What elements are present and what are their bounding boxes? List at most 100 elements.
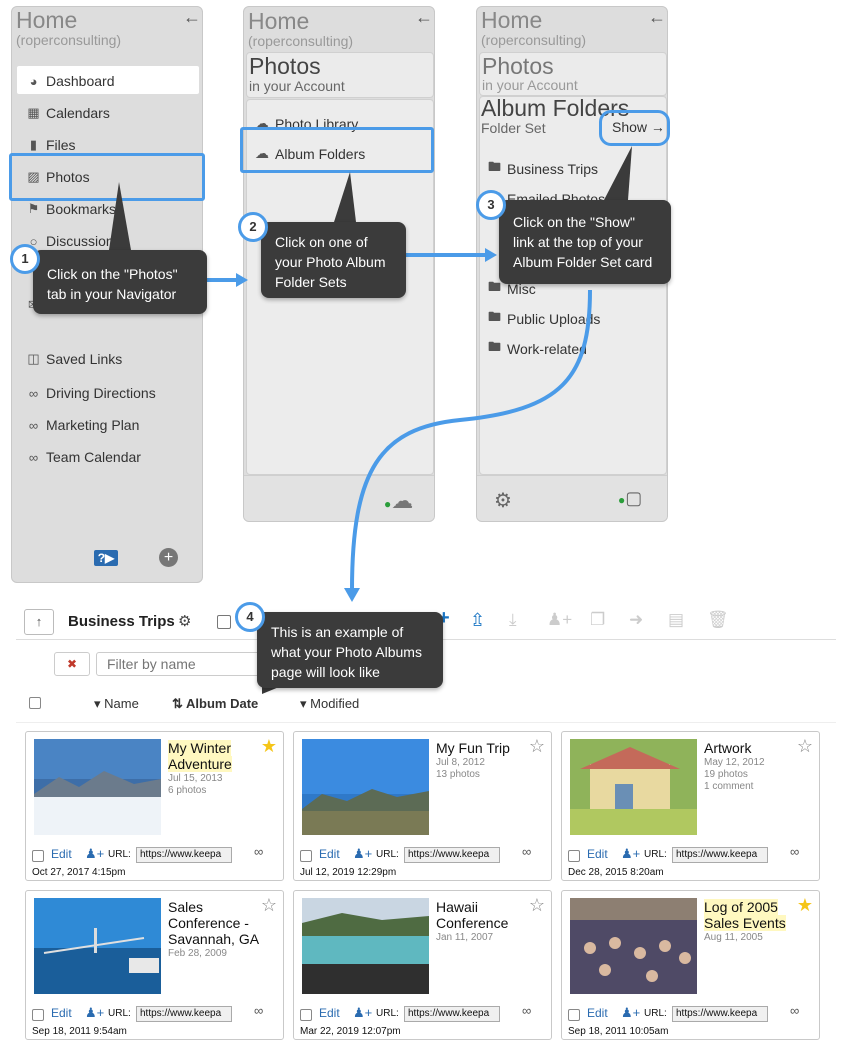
album-checkbox[interactable]: [32, 850, 44, 862]
album-url-label: URL:: [644, 849, 667, 860]
album-card[interactable]: Sales Conference - Savannah, GA Feb 28, …: [25, 890, 284, 1040]
album-url-field[interactable]: https://www.keepa: [672, 847, 768, 863]
link-icon[interactable]: ∞: [790, 1003, 799, 1018]
callout-3-tail: [604, 146, 632, 200]
album-url-field[interactable]: https://www.keepa: [136, 1006, 232, 1022]
callout-1-text: Click on the "Photos" tab in your Naviga…: [47, 266, 178, 302]
album-url-field[interactable]: https://www.keepa: [404, 1006, 500, 1022]
album-thumbnail: [302, 739, 429, 835]
album-card[interactable]: My Fun Trip Jul 8, 2012 13 photos ☆ Edit…: [293, 731, 552, 881]
up-button[interactable]: ↑: [24, 609, 54, 635]
star-filled-icon[interactable]: ★: [797, 895, 813, 916]
link-icon[interactable]: ∞: [522, 844, 531, 859]
album-name-text: My Winter Adventure: [168, 740, 232, 772]
album-modified: Mar 22, 2019 12:07pm: [300, 1026, 401, 1037]
album-url-field[interactable]: https://www.keepa: [404, 847, 500, 863]
album-edit-link[interactable]: Edit: [587, 847, 608, 861]
callout-3-text: Click on the "Show" link at the top of y…: [513, 214, 653, 270]
album-modified: Oct 27, 2017 4:15pm: [32, 867, 126, 878]
callout-2-tail: [334, 172, 356, 222]
album-edit-link[interactable]: Edit: [51, 1006, 72, 1020]
upload-icon[interactable]: ⇫: [470, 610, 485, 631]
link-icon[interactable]: ∞: [254, 844, 263, 859]
album-card[interactable]: Hawaii Conference Jan 11, 2007 ☆ Edit ♟+…: [293, 890, 552, 1040]
album-url-label: URL:: [108, 849, 131, 860]
callout-3-badge: 3: [476, 190, 506, 220]
album-checkbox[interactable]: [568, 850, 580, 862]
album-name-text: Log of 2005 Sales Events: [704, 899, 786, 931]
album-photo-count: 13 photos: [436, 769, 480, 780]
star-filled-icon[interactable]: ★: [261, 736, 277, 757]
album-modified: Dec 28, 2015 8:20am: [568, 867, 664, 878]
album-thumbnail: [34, 739, 161, 835]
album-date: Feb 28, 2009: [168, 948, 227, 959]
link-icon[interactable]: ∞: [254, 1003, 263, 1018]
move-arrow-icon[interactable]: ➜: [629, 610, 643, 630]
star-outline-icon[interactable]: ☆: [261, 895, 277, 916]
sort-divider: [16, 722, 836, 723]
album-card[interactable]: Artwork May 12, 2012 19 photos 1 comment…: [561, 731, 820, 881]
album-card[interactable]: Log of 2005 Sales Events Aug 11, 2005 ★ …: [561, 890, 820, 1040]
album-checkbox[interactable]: [300, 1009, 312, 1021]
download-icon[interactable]: ⤓: [509, 610, 517, 630]
share-user-icon[interactable]: ♟+: [353, 1005, 372, 1021]
arrow-2-head: [485, 248, 497, 262]
link-icon[interactable]: ∞: [522, 1003, 531, 1018]
album-photo-count: 19 photos: [704, 769, 748, 780]
sort-checkbox[interactable]: [29, 697, 41, 709]
album-edit-link[interactable]: Edit: [51, 847, 72, 861]
title-gear-icon[interactable]: ⚙: [178, 612, 191, 630]
share-user-icon[interactable]: ♟+: [547, 610, 572, 630]
sort-album-date-label: Album Date: [186, 696, 259, 711]
share-user-icon[interactable]: ♟+: [621, 846, 640, 862]
sort-album-date[interactable]: ⇅ Album Date: [172, 696, 258, 712]
album-url-field[interactable]: https://www.keepa: [136, 847, 232, 863]
select-all-checkbox[interactable]: [217, 615, 231, 629]
album-edit-link[interactable]: Edit: [319, 847, 340, 861]
sort-name[interactable]: ▾ Name: [94, 696, 139, 712]
album-checkbox[interactable]: [568, 1009, 580, 1021]
album-comment-count: 1 comment: [704, 781, 754, 792]
album-name-text: Artwork: [704, 740, 752, 756]
album-name: Log of 2005 Sales Events: [704, 899, 799, 931]
archive-icon[interactable]: ▤: [668, 610, 684, 630]
callout-4-text: This is an example of what your Photo Al…: [271, 624, 422, 680]
sort-modified[interactable]: ▾ Modified: [300, 696, 359, 712]
album-url-label: URL:: [376, 849, 399, 860]
album-thumbnail: [570, 898, 697, 994]
album-edit-link[interactable]: Edit: [319, 1006, 340, 1020]
callout-1: Click on the "Photos" tab in your Naviga…: [33, 250, 207, 314]
album-checkbox[interactable]: [300, 850, 312, 862]
album-checkbox[interactable]: [32, 1009, 44, 1021]
album-date: Jul 8, 2012: [436, 757, 485, 768]
trash-icon[interactable]: 🗑: [707, 610, 729, 630]
star-outline-icon[interactable]: ☆: [529, 736, 545, 757]
album-date: Jul 15, 2013: [168, 773, 223, 784]
album-modified: Sep 18, 2011 9:54am: [32, 1026, 127, 1037]
callout-1-badge: 1: [10, 244, 40, 274]
share-user-icon[interactable]: ♟+: [85, 846, 104, 862]
share-user-icon[interactable]: ♟+: [353, 846, 372, 862]
arrow-1-head: [236, 273, 248, 287]
album-name: Hawaii Conference: [436, 899, 531, 931]
album-name-text: Sales Conference - Savannah, GA: [168, 899, 260, 947]
album-date: Jan 11, 2007: [436, 932, 494, 943]
copy-icon[interactable]: ❐: [590, 610, 605, 630]
album-edit-link[interactable]: Edit: [587, 1006, 608, 1020]
star-outline-icon[interactable]: ☆: [797, 736, 813, 757]
page-title: Business Trips: [68, 613, 175, 630]
arrow-3-to-4: [350, 289, 592, 591]
album-url-field[interactable]: https://www.keepa: [672, 1006, 768, 1022]
link-icon[interactable]: ∞: [790, 844, 799, 859]
album-name-text: My Fun Trip: [436, 740, 510, 756]
album-date: Aug 11, 2005: [704, 932, 763, 943]
album-card[interactable]: My Winter Adventure Jul 15, 2013 6 photo…: [25, 731, 284, 881]
callout-2-text: Click on one of your Photo Album Folder …: [275, 234, 386, 290]
album-thumbnail: [302, 898, 429, 994]
sort-modified-label: Modified: [310, 696, 360, 711]
star-outline-icon[interactable]: ☆: [529, 895, 545, 916]
album-name-text: Hawaii Conference: [436, 899, 509, 931]
share-user-icon[interactable]: ♟+: [621, 1005, 640, 1021]
clear-filter-button[interactable]: ✖: [54, 652, 90, 676]
share-user-icon[interactable]: ♟+: [85, 1005, 104, 1021]
